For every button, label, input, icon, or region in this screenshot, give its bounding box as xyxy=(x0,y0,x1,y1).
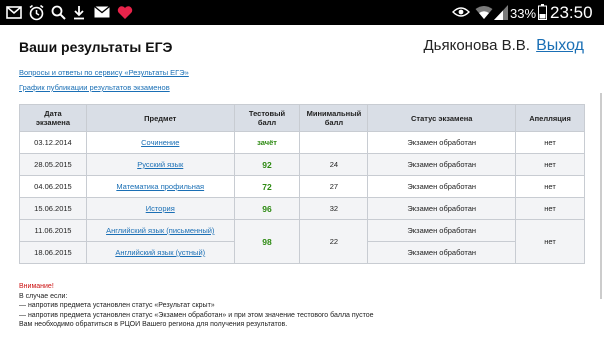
wifi-icon xyxy=(475,3,493,21)
cell-subject: Английский язык (письменный) xyxy=(85,219,235,242)
signal-icon xyxy=(494,3,508,21)
cell-date: 11.06.2015 xyxy=(19,219,87,242)
notes-line: В случае если: xyxy=(19,292,68,300)
cell-score: 98 xyxy=(233,219,301,264)
cell-subject: История xyxy=(85,197,235,220)
subject-link[interactable]: История xyxy=(146,204,175,213)
col-header-appeal: Апелляция xyxy=(515,104,585,132)
cell-appeal: нет xyxy=(515,153,585,176)
cell-appeal: нет xyxy=(515,197,585,220)
cell-status: Экзамен обработан xyxy=(367,153,517,176)
cell-status: Экзамен обработан xyxy=(367,241,517,264)
col-header-date: Дата экзамена xyxy=(19,104,87,132)
logout-link[interactable]: Выход xyxy=(536,37,584,54)
mail-icon xyxy=(94,3,110,21)
clock: 23:50 xyxy=(550,3,593,22)
table-row: 04.06.2015 Математика профильная 72 27 Э… xyxy=(19,175,585,198)
subject-link[interactable]: Русский язык xyxy=(137,160,183,169)
battery-icon xyxy=(537,3,547,21)
battery-percent: 33% xyxy=(510,6,537,21)
search-icon xyxy=(50,3,66,21)
cell-score: 96 xyxy=(233,197,301,220)
cell-date: 18.06.2015 xyxy=(19,241,87,264)
subject-link[interactable]: Английский язык (письменный) xyxy=(106,226,214,235)
eye-icon xyxy=(452,3,470,21)
notes-warning: Внимание! xyxy=(19,283,54,290)
cell-date: 03.12.2014 xyxy=(19,131,87,154)
cell-status: Экзамен обработан xyxy=(367,197,517,220)
cell-min: 24 xyxy=(299,153,369,176)
user-name: Дьяконова В.В. xyxy=(423,37,530,54)
cell-appeal: нет xyxy=(515,175,585,198)
download-icon xyxy=(72,3,86,21)
table-header-row: Дата экзамена Предмет Тестовый балл Минима… xyxy=(19,104,585,132)
schedule-link[interactable]: График публикации результатов экзаменов xyxy=(19,83,170,92)
cell-subject: Русский язык xyxy=(85,153,235,176)
page-title: Ваши результаты ЕГЭ xyxy=(19,39,173,55)
cell-min: 27 xyxy=(299,175,369,198)
col-header-test-score: Тестовый балл xyxy=(233,104,301,132)
status-bar: 33% 23:50 xyxy=(0,0,604,25)
notes: Внимание! В случае если: — напротив пред… xyxy=(19,282,374,330)
results-table: Дата экзамена Предмет Тестовый балл Минима… xyxy=(19,104,585,264)
cell-min xyxy=(299,131,369,154)
cell-score: 72 xyxy=(233,175,301,198)
subject-link[interactable]: Английский язык (устный) xyxy=(115,248,205,257)
cell-status: Экзамен обработан xyxy=(367,175,517,198)
notes-line: Вам необходимо обратиться в РЦОИ Вашего … xyxy=(19,321,288,329)
results-page: Ваши результаты ЕГЭ Дьяконова В.В. Выход… xyxy=(0,25,604,340)
subject-link[interactable]: Математика профильная xyxy=(116,182,204,191)
subject-link[interactable]: Сочинение xyxy=(141,138,179,147)
notes-line: — напротив предмета установлен статус «Э… xyxy=(19,311,374,319)
cell-subject: Сочинение xyxy=(85,131,235,154)
scrollbar[interactable] xyxy=(600,93,602,299)
cell-appeal: нет xyxy=(515,131,585,154)
table-row: 28.05.2015 Русский язык 92 24 Экзамен об… xyxy=(19,153,585,176)
notes-line: — напротив предмета установлен статус «Р… xyxy=(19,302,215,310)
cell-score: 92 xyxy=(233,153,301,176)
user-block: Дьяконова В.В. Выход xyxy=(424,37,585,55)
table-row: 03.12.2014 Сочинение зачёт Экзамен обраб… xyxy=(19,131,585,154)
cell-status: Экзамен обработан xyxy=(367,219,517,242)
table-row: 15.06.2015 История 96 32 Экзамен обработ… xyxy=(19,197,585,220)
heart-icon xyxy=(116,3,133,21)
cell-score: зачёт xyxy=(233,131,301,154)
col-header-status: Статус экзамена xyxy=(367,104,517,132)
table-row: 11.06.2015 Английский язык (письменный) … xyxy=(19,219,585,264)
cell-date: 04.06.2015 xyxy=(19,175,87,198)
cell-min: 22 xyxy=(299,219,369,264)
cell-date: 15.06.2015 xyxy=(19,197,87,220)
cell-status: Экзамен обработан xyxy=(367,131,517,154)
cell-appeal: нет xyxy=(515,219,585,264)
col-header-min-score: Минимальный балл xyxy=(299,104,369,132)
cell-subject: Математика профильная xyxy=(85,175,235,198)
cell-subject: Английский язык (устный) xyxy=(85,241,235,264)
email-icon xyxy=(6,3,22,21)
col-header-subject: Предмет xyxy=(85,104,235,132)
alarm-icon xyxy=(27,3,45,21)
cell-min: 32 xyxy=(299,197,369,220)
cell-date: 28.05.2015 xyxy=(19,153,87,176)
faq-link[interactable]: Вопросы и ответы по сервису «Результаты … xyxy=(19,68,189,77)
